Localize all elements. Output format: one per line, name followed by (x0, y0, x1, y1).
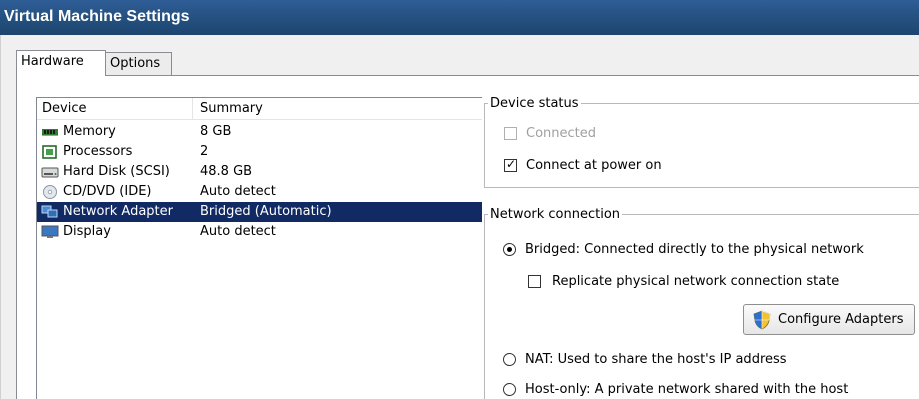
tab-hardware[interactable]: Hardware (16, 50, 106, 76)
device-name: Processors (63, 144, 133, 159)
device-row-cd-dvd[interactable]: CD/DVD (IDE) Auto detect (37, 182, 482, 202)
connect-at-power-on-checkbox[interactable]: ✓ (504, 157, 517, 172)
checkmark-icon: ✓ (506, 157, 517, 171)
host-only-radio[interactable] (503, 383, 516, 396)
device-row-network-adapter[interactable]: Network Adapter Bridged (Automatic) (37, 202, 482, 222)
device-status-group: Device status (484, 96, 919, 188)
host-only-label: Host-only: A private network shared with… (525, 382, 849, 397)
replicate-state-label: Replicate physical network connection st… (552, 274, 840, 289)
window-title: Virtual Machine Settings (0, 0, 919, 35)
shield-icon (753, 310, 771, 330)
connect-at-power-on-label: Connect at power on (526, 158, 662, 173)
device-list-header: Device Summary (37, 98, 482, 120)
cd-dvd-icon (43, 185, 57, 199)
display-icon (41, 225, 59, 238)
device-row-memory[interactable]: Memory 8 GB (37, 122, 482, 142)
radio-selected-dot (507, 247, 512, 252)
bridged-label: Bridged: Connected directly to the physi… (525, 242, 864, 257)
network-adapter-icon (41, 205, 58, 218)
configure-adapters-button[interactable]: Configure Adapters (743, 304, 915, 335)
device-name: CD/DVD (IDE) (63, 184, 152, 199)
column-header-summary[interactable]: Summary (200, 101, 263, 116)
nat-radio[interactable] (503, 353, 516, 366)
device-row-processors[interactable]: Processors 2 (37, 142, 482, 162)
device-name: Hard Disk (SCSI) (63, 164, 170, 179)
connected-checkbox[interactable] (504, 127, 517, 140)
device-name: Display (63, 224, 111, 239)
device-summary: Auto detect (200, 184, 276, 199)
device-summary: 8 GB (200, 124, 232, 139)
device-summary: 2 (200, 144, 209, 159)
column-header-device[interactable]: Device (42, 101, 86, 116)
column-separator[interactable] (192, 98, 193, 120)
device-summary: 48.8 GB (200, 164, 253, 179)
device-list[interactable]: Device Summary Memory 8 GB Processors 2 … (36, 97, 482, 399)
device-row-display[interactable]: Display Auto detect (37, 222, 482, 242)
hard-disk-icon (41, 167, 59, 178)
bridged-radio[interactable] (503, 243, 516, 256)
device-summary: Bridged (Automatic) (200, 204, 332, 219)
processor-icon (42, 145, 57, 159)
memory-icon (42, 129, 58, 136)
device-summary: Auto detect (200, 224, 276, 239)
replicate-state-checkbox[interactable] (528, 275, 541, 288)
network-connection-group: Network connection (484, 207, 919, 399)
device-status-legend: Device status (490, 96, 579, 111)
network-connection-legend: Network connection (490, 207, 621, 222)
device-name: Network Adapter (63, 204, 173, 219)
tab-options[interactable]: Options (105, 52, 172, 76)
nat-label: NAT: Used to share the host's IP address (525, 352, 787, 367)
configure-adapters-label: Configure Adapters (778, 312, 904, 327)
device-name: Memory (63, 124, 116, 139)
connected-label: Connected (526, 126, 597, 141)
device-row-hard-disk[interactable]: Hard Disk (SCSI) 48.8 GB (37, 162, 482, 182)
